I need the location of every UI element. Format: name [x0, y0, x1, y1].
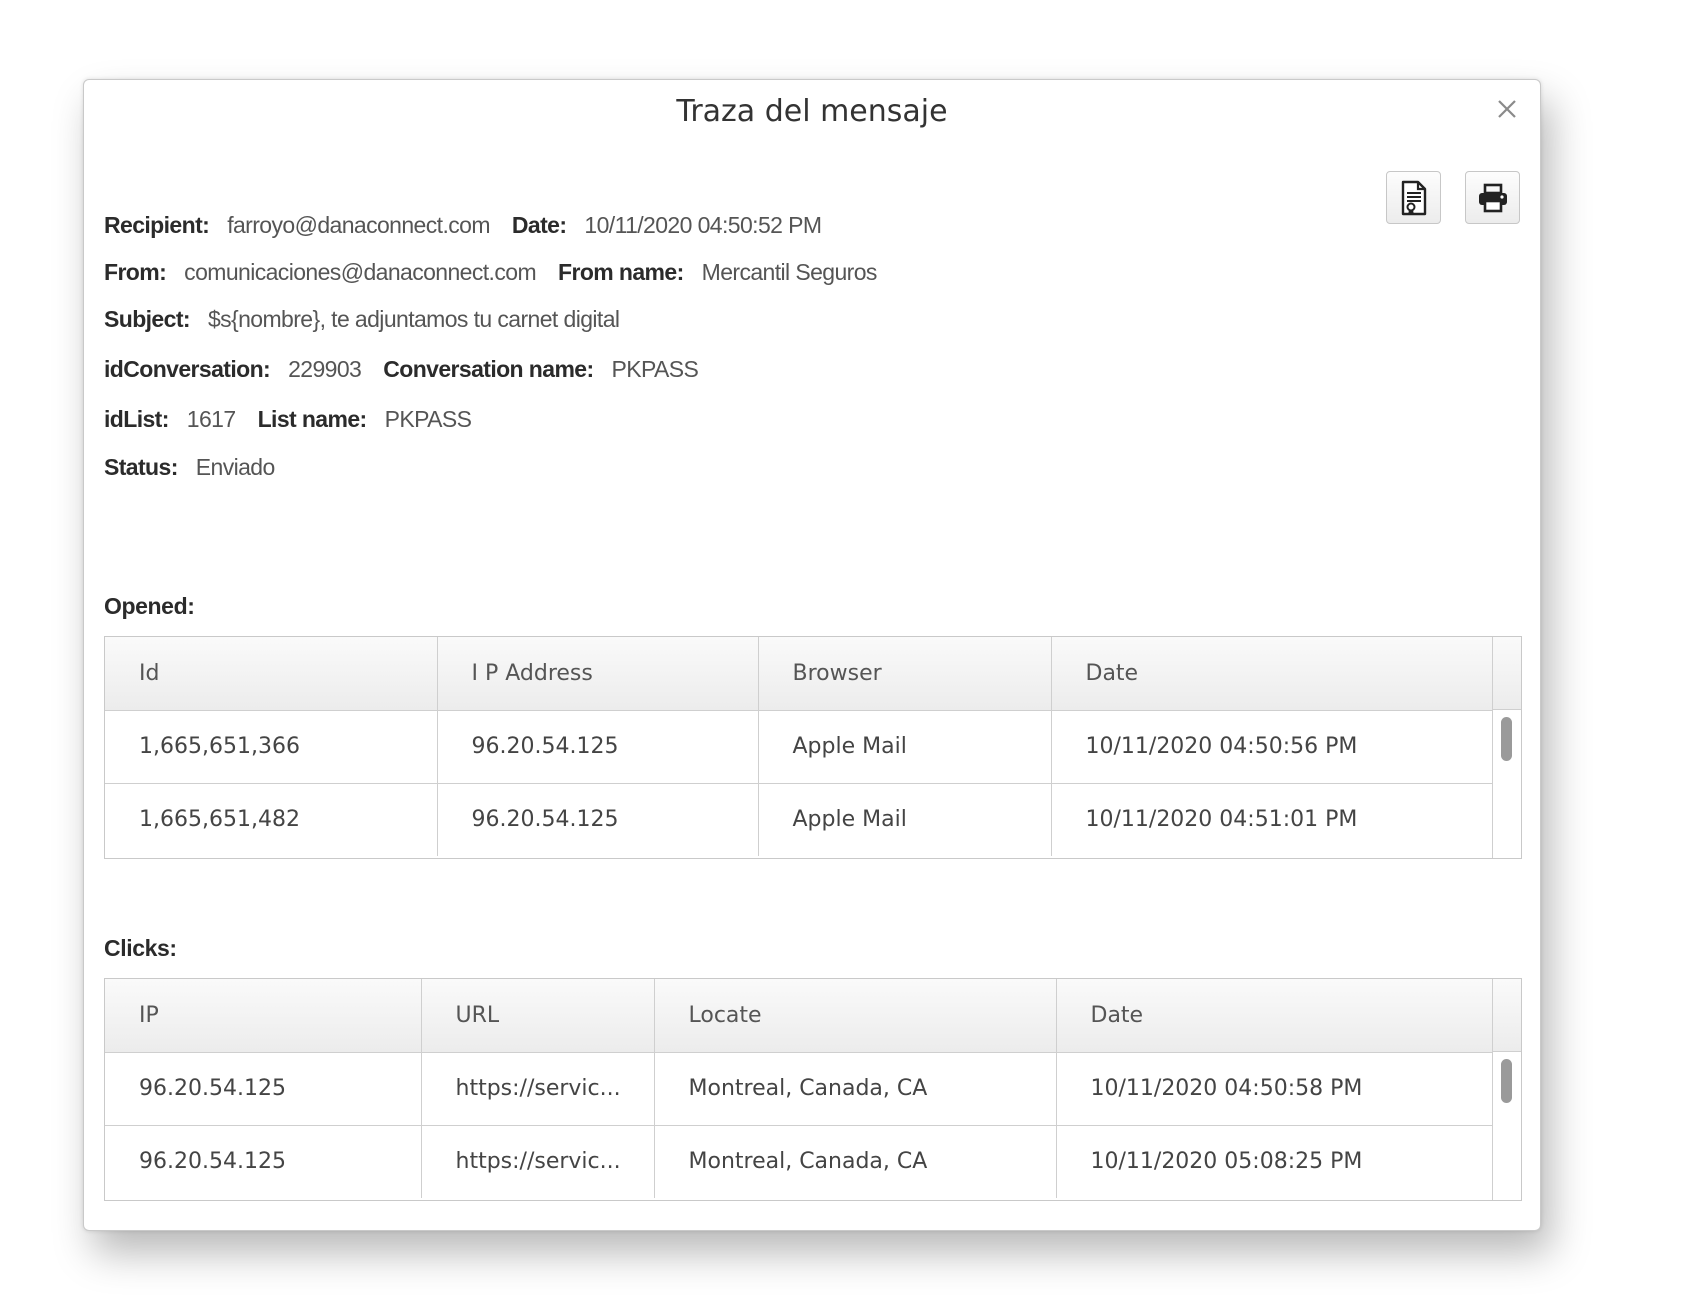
opened-header-row: Id I P Address Browser Date: [105, 637, 1494, 711]
list-line: idList: 1617 List name: PKPASS: [104, 406, 493, 433]
subject-label: Subject:: [104, 306, 191, 332]
clicks-cell-locate: Montreal, Canada, CA: [654, 1052, 1057, 1126]
recipient-value: farroyo@danaconnect.com: [227, 212, 490, 238]
subject-line: Subject: $s{nombre}, te adjuntamos tu car…: [104, 306, 641, 333]
clicks-cell-ip: 96.20.54.125: [105, 1052, 422, 1126]
opened-section-label: Opened:: [104, 593, 195, 619]
list-name-label: List name:: [257, 406, 368, 432]
print-button[interactable]: [1465, 171, 1520, 224]
opened-grid: Id I P Address Browser Date 1,665,651,36…: [104, 636, 1522, 859]
table-row[interactable]: 1,665,651,366 96.20.54.125 Apple Mail 10…: [105, 710, 1494, 784]
close-icon: [1498, 100, 1516, 118]
date-label: Date:: [511, 212, 567, 238]
date-value: 10/11/2020 04:50:52 PM: [584, 212, 822, 238]
opened-cell-ip: 96.20.54.125: [437, 783, 759, 856]
from-line: From: comunicaciones@danaconnect.com From …: [104, 259, 899, 286]
list-name-value: PKPASS: [384, 406, 472, 432]
clicks-cell-locate: Montreal, Canada, CA: [654, 1125, 1057, 1198]
opened-col-ip[interactable]: I P Address: [437, 637, 759, 711]
recipient-line: Recipient: farroyo@danaconnect.com Date: 10…: [104, 212, 843, 239]
id-conversation-label: idConversation:: [104, 356, 271, 382]
conversation-name-value: PKPASS: [611, 356, 699, 382]
status-value: Enviado: [195, 454, 276, 480]
dialog-title: Traza del mensaje: [676, 94, 948, 129]
opened-col-browser[interactable]: Browser: [758, 637, 1052, 711]
from-label: From:: [104, 259, 167, 285]
clicks-cell-url[interactable]: https://servic...: [421, 1125, 655, 1198]
clicks-section-label: Clicks:: [104, 935, 177, 961]
clicks-scrollbar-thumb[interactable]: [1501, 1059, 1512, 1103]
export-document-button[interactable]: [1386, 171, 1441, 224]
printer-icon: [1478, 183, 1507, 212]
message-trace-dialog: Traza del mensaje Recipient: farroyo@dana…: [83, 79, 1541, 1231]
clicks-scrollbar[interactable]: [1492, 979, 1521, 1200]
document-icon: [1401, 180, 1426, 215]
clicks-cell-date: 10/11/2020 05:08:25 PM: [1056, 1125, 1494, 1198]
id-list-value: 1617: [186, 406, 236, 432]
recipient-label: Recipient:: [104, 212, 210, 238]
clicks-header-row: IP URL Locate Date: [105, 979, 1494, 1053]
id-list-label: idList:: [104, 406, 169, 432]
close-button[interactable]: [1492, 94, 1522, 124]
from-name-label: From name:: [558, 259, 684, 285]
opened-cell-id: 1,665,651,482: [105, 783, 438, 856]
status-line: Status: Enviado: [104, 454, 297, 481]
from-value: comunicaciones@danaconnect.com: [184, 259, 537, 285]
opened-col-date[interactable]: Date: [1051, 637, 1494, 711]
clicks-cell-ip: 96.20.54.125: [105, 1125, 422, 1198]
opened-cell-browser: Apple Mail: [758, 710, 1052, 784]
opened-cell-id: 1,665,651,366: [105, 710, 438, 784]
opened-cell-date: 10/11/2020 04:50:56 PM: [1051, 710, 1494, 784]
clicks-col-url[interactable]: URL: [421, 979, 655, 1053]
id-conversation-value: 229903: [288, 356, 362, 382]
opened-scrollbar[interactable]: [1492, 637, 1521, 858]
clicks-col-ip[interactable]: IP: [105, 979, 422, 1053]
from-name-value: Mercantil Seguros: [701, 259, 878, 285]
table-row[interactable]: 96.20.54.125 https://servic... Montreal,…: [105, 1125, 1494, 1198]
table-row[interactable]: 96.20.54.125 https://servic... Montreal,…: [105, 1052, 1494, 1126]
table-row[interactable]: 1,665,651,482 96.20.54.125 Apple Mail 10…: [105, 783, 1494, 856]
opened-cell-browser: Apple Mail: [758, 783, 1052, 856]
opened-cell-date: 10/11/2020 04:51:01 PM: [1051, 783, 1494, 856]
subject-value: $s{nombre}, te adjuntamos tu carnet digi…: [207, 306, 620, 332]
conversation-line: idConversation: 229903 Conversation name: P…: [104, 356, 720, 383]
clicks-col-date[interactable]: Date: [1056, 979, 1494, 1053]
status-label: Status:: [104, 454, 178, 480]
clicks-cell-url[interactable]: https://servic...: [421, 1052, 655, 1126]
opened-col-id[interactable]: Id: [105, 637, 438, 711]
conversation-name-label: Conversation name:: [383, 356, 594, 382]
clicks-cell-date: 10/11/2020 04:50:58 PM: [1056, 1052, 1494, 1126]
opened-cell-ip: 96.20.54.125: [437, 710, 759, 784]
clicks-grid: IP URL Locate Date 96.20.54.125 https://…: [104, 978, 1522, 1201]
opened-scrollbar-thumb[interactable]: [1501, 717, 1512, 761]
clicks-col-locate[interactable]: Locate: [654, 979, 1057, 1053]
